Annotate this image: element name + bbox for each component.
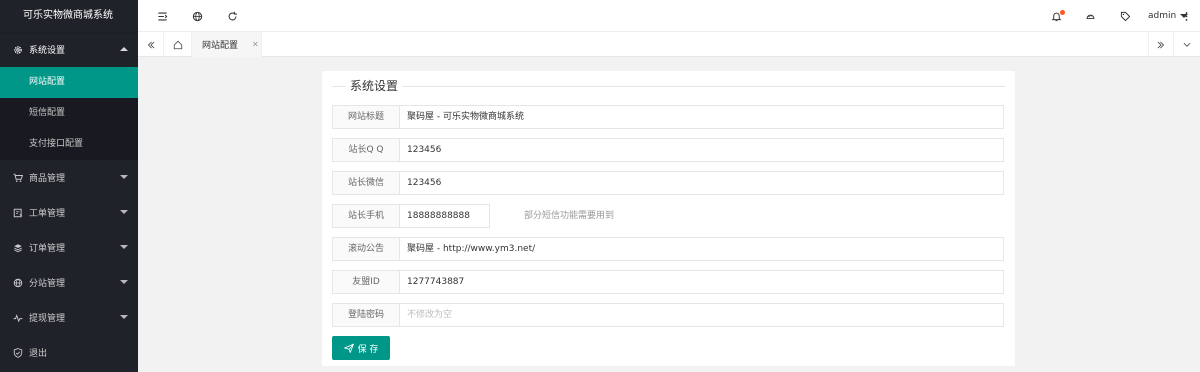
field-qq: 站长Q Q 123456 bbox=[332, 138, 1004, 162]
chevron-down-icon bbox=[120, 280, 128, 284]
submenu-system-settings: 网站配置 短信配置 支付接口配置 bbox=[0, 67, 138, 160]
form-legend: 系统设置 bbox=[346, 77, 403, 94]
settings-card: 系统设置 网站标题 聚码屋 - 可乐实物微商城系统 站长Q Q 123456 站… bbox=[322, 71, 1015, 366]
sidebar: 可乐实物微商城系统 系统设置 网站配置 短信配置 支付接口配置 商品管理 工单管… bbox=[0, 0, 138, 372]
field-password: 登陆密码 不修改为空 bbox=[332, 303, 1004, 327]
gear-icon bbox=[12, 44, 24, 56]
save-button[interactable]: 保 存 bbox=[332, 336, 390, 360]
sidebar-subitem-site-config[interactable]: 网站配置 bbox=[0, 67, 138, 98]
chevron-down-icon bbox=[120, 175, 128, 179]
password-input[interactable]: 不修改为空 bbox=[400, 303, 1004, 327]
more-vertical-icon[interactable] bbox=[1174, 0, 1198, 32]
field-wechat: 站长微信 123456 bbox=[332, 171, 1004, 195]
sidebar-item-substations[interactable]: 分站管理 bbox=[0, 265, 138, 300]
save-label: 保 存 bbox=[357, 344, 379, 355]
sidebar-item-system-settings[interactable]: 系统设置 bbox=[0, 32, 138, 67]
app-title: 可乐实物微商城系统 bbox=[0, 0, 138, 32]
pulse-icon bbox=[12, 312, 24, 324]
field-notice: 滚动公告 聚码屋 - http://www.ym3.net/ bbox=[332, 237, 1004, 261]
phone-hint: 部分短信功能需要用到 bbox=[524, 211, 615, 221]
sidebar-item-label: 订单管理 bbox=[29, 244, 66, 254]
close-icon[interactable]: ✕ bbox=[252, 40, 259, 49]
field-label: 登陆密码 bbox=[332, 303, 400, 327]
bell-icon[interactable] bbox=[1044, 0, 1068, 32]
refresh-icon[interactable] bbox=[220, 0, 244, 32]
cart-icon bbox=[12, 172, 24, 184]
chevron-up-icon bbox=[120, 47, 128, 51]
qq-input[interactable]: 123456 bbox=[400, 138, 1004, 162]
field-label: 站长Q Q bbox=[332, 138, 400, 162]
shield-icon bbox=[12, 347, 24, 359]
field-label: 友盟ID bbox=[332, 270, 400, 294]
sidebar-item-withdrawals[interactable]: 提现管理 bbox=[0, 300, 138, 335]
sidebar-subitem-payment-config[interactable]: 支付接口配置 bbox=[0, 129, 138, 160]
sidebar-item-products[interactable]: 商品管理 bbox=[0, 160, 138, 195]
top-header: admin bbox=[138, 0, 1200, 32]
chevron-down-icon bbox=[120, 210, 128, 214]
site-title-input[interactable]: 聚码屋 - 可乐实物微商城系统 bbox=[400, 105, 1004, 129]
sidebar-item-label: 退出 bbox=[29, 349, 48, 359]
chevron-down-icon bbox=[120, 245, 128, 249]
sidebar-item-label: 分站管理 bbox=[29, 279, 66, 289]
tag-icon[interactable] bbox=[1113, 0, 1137, 32]
chevron-down-icon bbox=[120, 315, 128, 319]
tabs-bar: 网站配置 ✕ bbox=[138, 32, 1200, 57]
field-label: 站长手机 bbox=[332, 204, 400, 228]
phone-input[interactable]: 18888888888 bbox=[400, 204, 490, 228]
layers-icon bbox=[12, 242, 24, 254]
tab-site-config[interactable]: 网站配置 ✕ bbox=[192, 32, 262, 57]
field-umeng-id: 友盟ID 1277743887 bbox=[332, 270, 1004, 294]
umeng-id-input[interactable]: 1277743887 bbox=[400, 270, 1004, 294]
menu-toggle-icon[interactable] bbox=[150, 0, 174, 32]
field-label: 网站标题 bbox=[332, 105, 400, 129]
field-label: 站长微信 bbox=[332, 171, 400, 195]
field-site-title: 网站标题 聚码屋 - 可乐实物微商城系统 bbox=[332, 105, 1004, 129]
username: admin bbox=[1148, 11, 1177, 21]
field-phone: 站长手机 18888888888 部分短信功能需要用到 bbox=[332, 204, 1004, 228]
tab-label: 网站配置 bbox=[202, 41, 239, 51]
sidebar-item-orders[interactable]: 订单管理 bbox=[0, 230, 138, 265]
sidebar-item-label: 工单管理 bbox=[29, 209, 66, 219]
sidebar-item-label: 提现管理 bbox=[29, 314, 66, 324]
home-icon[interactable] bbox=[164, 32, 192, 57]
globe-icon[interactable] bbox=[185, 0, 209, 32]
notification-badge bbox=[1060, 10, 1065, 15]
sidebar-item-label: 系统设置 bbox=[29, 46, 66, 56]
scroll-left-icon[interactable] bbox=[138, 32, 164, 57]
sidebar-item-tickets[interactable]: 工单管理 bbox=[0, 195, 138, 230]
theme-icon[interactable] bbox=[1078, 0, 1102, 32]
chevron-down-icon[interactable] bbox=[1174, 32, 1200, 57]
legend-divider bbox=[332, 86, 1005, 87]
sidebar-subitem-sms-config[interactable]: 短信配置 bbox=[0, 98, 138, 129]
sidebar-item-label: 商品管理 bbox=[29, 174, 66, 184]
field-label: 滚动公告 bbox=[332, 237, 400, 261]
globe-icon bbox=[12, 277, 24, 289]
send-icon bbox=[343, 343, 354, 353]
ticket-icon bbox=[12, 207, 24, 219]
notice-input[interactable]: 聚码屋 - http://www.ym3.net/ bbox=[400, 237, 1004, 261]
sidebar-item-logout[interactable]: 退出 bbox=[0, 335, 138, 370]
scroll-right-icon[interactable] bbox=[1148, 32, 1174, 57]
wechat-input[interactable]: 123456 bbox=[400, 171, 1004, 195]
